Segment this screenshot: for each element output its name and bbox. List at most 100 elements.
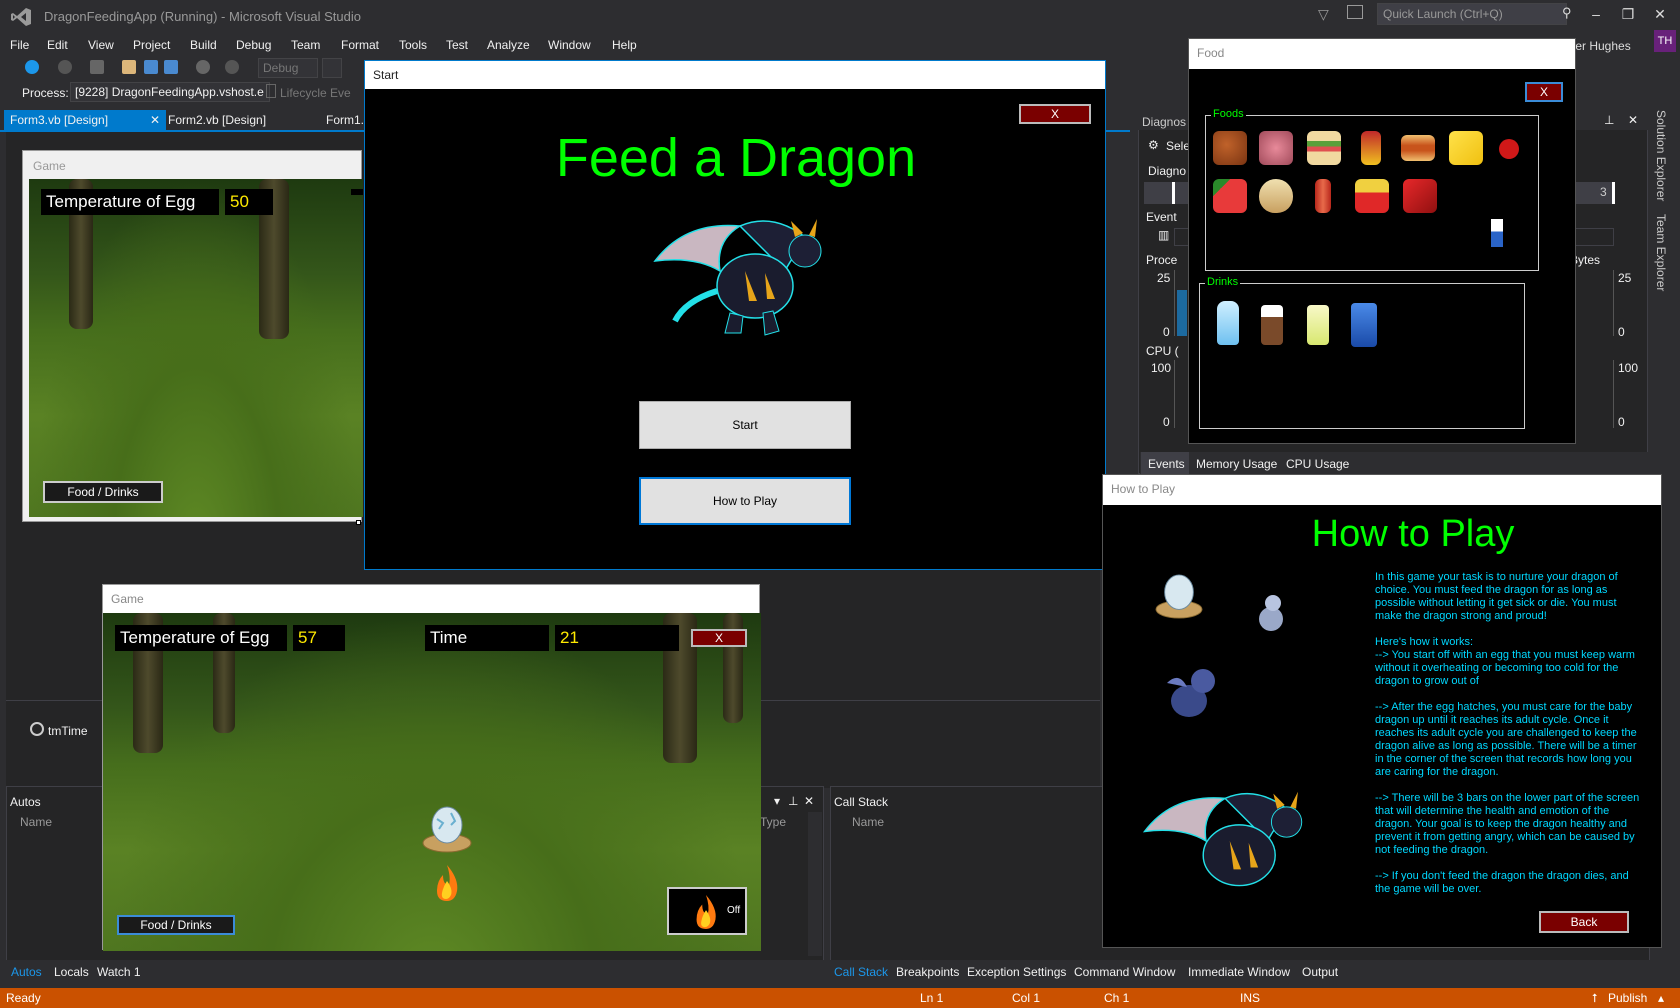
avatar[interactable]: TH bbox=[1654, 30, 1676, 52]
menu-team[interactable]: Team bbox=[291, 38, 320, 52]
minimize-button[interactable]: – bbox=[1582, 4, 1610, 24]
noodle-bowl-icon[interactable] bbox=[1259, 179, 1293, 213]
resize-handle[interactable] bbox=[356, 520, 361, 525]
character-icon[interactable] bbox=[1491, 219, 1503, 247]
menu-tools[interactable]: Tools bbox=[399, 38, 427, 52]
fire-toggle-button[interactable]: Off bbox=[667, 887, 747, 935]
bacon-icon[interactable] bbox=[1315, 179, 1331, 213]
dropdown-icon[interactable]: ▾ bbox=[774, 794, 780, 808]
tab-form3-label[interactable]: Form3.vb [Design] bbox=[10, 113, 108, 127]
how-to-play-button[interactable]: How to Play bbox=[639, 477, 851, 525]
close-icon[interactable]: ✕ bbox=[150, 113, 160, 127]
save-icon[interactable] bbox=[144, 60, 158, 74]
menu-project[interactable]: Project bbox=[133, 38, 170, 52]
cherry-icon[interactable] bbox=[1499, 139, 1519, 159]
menu-debug[interactable]: Debug bbox=[236, 38, 271, 52]
tab-command-window[interactable]: Command Window bbox=[1074, 965, 1175, 979]
new-project-icon[interactable] bbox=[90, 60, 104, 74]
close-window-button[interactable]: ✕ bbox=[1646, 4, 1674, 24]
tab-locals[interactable]: Locals bbox=[54, 965, 89, 979]
tab-cpu-usage[interactable]: CPU Usage bbox=[1286, 457, 1349, 471]
back-icon[interactable] bbox=[25, 60, 39, 74]
platform-select[interactable] bbox=[322, 58, 342, 78]
menu-view[interactable]: View bbox=[88, 38, 114, 52]
egg-in-nest-image[interactable] bbox=[421, 805, 473, 853]
lifecycle-events-label[interactable]: Lifecycle Eve bbox=[280, 86, 351, 100]
tab-watch1[interactable]: Watch 1 bbox=[97, 965, 141, 979]
candy-bar-icon[interactable] bbox=[1361, 131, 1381, 165]
component-tmtime[interactable]: tmTime bbox=[48, 724, 88, 738]
forward-icon[interactable] bbox=[58, 60, 72, 74]
open-folder-icon[interactable] bbox=[122, 60, 136, 74]
start-button[interactable]: Start bbox=[639, 401, 851, 449]
popsicle-icon[interactable] bbox=[1403, 179, 1437, 213]
food-close-button[interactable]: X bbox=[1525, 82, 1563, 102]
pin-icon[interactable]: ⊥ bbox=[788, 794, 798, 808]
menu-analyze[interactable]: Analyze bbox=[487, 38, 530, 52]
quick-launch-input[interactable]: Quick Launch (Ctrl+Q) bbox=[1377, 3, 1567, 25]
fries-icon[interactable] bbox=[1355, 179, 1389, 213]
cpu-section[interactable]: CPU ( bbox=[1146, 344, 1179, 358]
configuration-select[interactable]: Debug bbox=[258, 58, 318, 78]
undo-icon[interactable] bbox=[196, 60, 210, 74]
restore-button[interactable]: ❐ bbox=[1614, 4, 1642, 24]
start-close-button[interactable]: X bbox=[1019, 104, 1091, 124]
tab-immediate-window[interactable]: Immediate Window bbox=[1188, 965, 1290, 979]
notification-icon[interactable] bbox=[1347, 5, 1363, 19]
tab-form2-design[interactable]: Form2.vb [Design] bbox=[168, 113, 266, 127]
select-tools-button[interactable]: Sele bbox=[1166, 139, 1190, 153]
publish-arrow-icon[interactable]: ⭡ bbox=[1592, 991, 1598, 1006]
menu-edit[interactable]: Edit bbox=[47, 38, 68, 52]
food-drinks-button[interactable]: Food / Drinks bbox=[43, 481, 163, 503]
lifecycle-checkbox-icon[interactable] bbox=[266, 84, 276, 98]
close-icon[interactable]: ✕ bbox=[1628, 113, 1638, 127]
tab-breakpoints[interactable]: Breakpoints bbox=[896, 965, 959, 979]
team-explorer-tab[interactable]: Team Explorer bbox=[1654, 214, 1668, 291]
design-game-form[interactable]: Game Temperature of Egg 50 Food / Drinks bbox=[22, 150, 363, 522]
menu-window[interactable]: Window bbox=[548, 38, 591, 52]
redo-icon[interactable] bbox=[225, 60, 239, 74]
watermelon-icon[interactable] bbox=[1213, 179, 1247, 213]
autos-scrollbar[interactable] bbox=[808, 812, 822, 956]
tab-output[interactable]: Output bbox=[1302, 965, 1338, 979]
save-all-icon[interactable] bbox=[164, 60, 178, 74]
name-column-header[interactable]: Name bbox=[20, 815, 52, 829]
settings-gear-icon[interactable]: ⚙ bbox=[1148, 138, 1159, 152]
tab-memory-usage[interactable]: Memory Usage bbox=[1196, 457, 1277, 471]
cheese-icon[interactable] bbox=[1449, 131, 1483, 165]
tab-autos[interactable]: Autos bbox=[11, 965, 42, 979]
smoothie-icon[interactable] bbox=[1307, 305, 1329, 345]
tab-exception-settings[interactable]: Exception Settings bbox=[967, 965, 1066, 979]
publish-menu-icon[interactable]: ▴ bbox=[1658, 991, 1664, 1005]
menu-build[interactable]: Build bbox=[190, 38, 217, 52]
solution-explorer-tab[interactable]: Solution Explorer bbox=[1654, 110, 1668, 201]
filter-icon[interactable]: ▽ bbox=[1318, 6, 1329, 23]
events-section[interactable]: Event bbox=[1146, 210, 1177, 224]
game-food-drinks-button[interactable]: Food / Drinks bbox=[117, 915, 235, 935]
soda-cup-icon[interactable] bbox=[1351, 303, 1377, 347]
coffee-cup-icon[interactable] bbox=[1261, 305, 1283, 345]
tab-form1[interactable]: Form1. bbox=[326, 113, 364, 127]
sandwich-icon[interactable] bbox=[1307, 131, 1341, 165]
type-column-header[interactable]: Type bbox=[760, 815, 786, 829]
timeline-marker-end[interactable] bbox=[1612, 182, 1615, 204]
menu-format[interactable]: Format bbox=[341, 38, 379, 52]
search-icon[interactable]: ⚲ bbox=[1562, 5, 1572, 21]
hotdog-icon[interactable] bbox=[1401, 135, 1435, 161]
timeline-marker-start[interactable] bbox=[1172, 182, 1175, 204]
tab-call-stack[interactable]: Call Stack bbox=[834, 965, 888, 979]
pause-icon[interactable]: ▥ bbox=[1158, 228, 1169, 242]
menu-test[interactable]: Test bbox=[446, 38, 468, 52]
tab-events[interactable]: Events bbox=[1148, 457, 1185, 471]
call-stack-name-column[interactable]: Name bbox=[852, 815, 884, 829]
close-icon[interactable]: ✕ bbox=[804, 794, 814, 808]
publish-button[interactable]: Publish bbox=[1608, 991, 1647, 1005]
drumstick-icon[interactable] bbox=[1213, 131, 1247, 165]
menu-file[interactable]: File bbox=[10, 38, 29, 52]
game-close-button[interactable]: X bbox=[691, 629, 747, 647]
pin-icon[interactable]: ⊥ bbox=[1604, 113, 1614, 127]
menu-help[interactable]: Help bbox=[612, 38, 637, 52]
process-memory-section[interactable]: Proce bbox=[1146, 253, 1177, 267]
water-bottle-icon[interactable] bbox=[1217, 301, 1239, 345]
ham-icon[interactable] bbox=[1259, 131, 1293, 165]
